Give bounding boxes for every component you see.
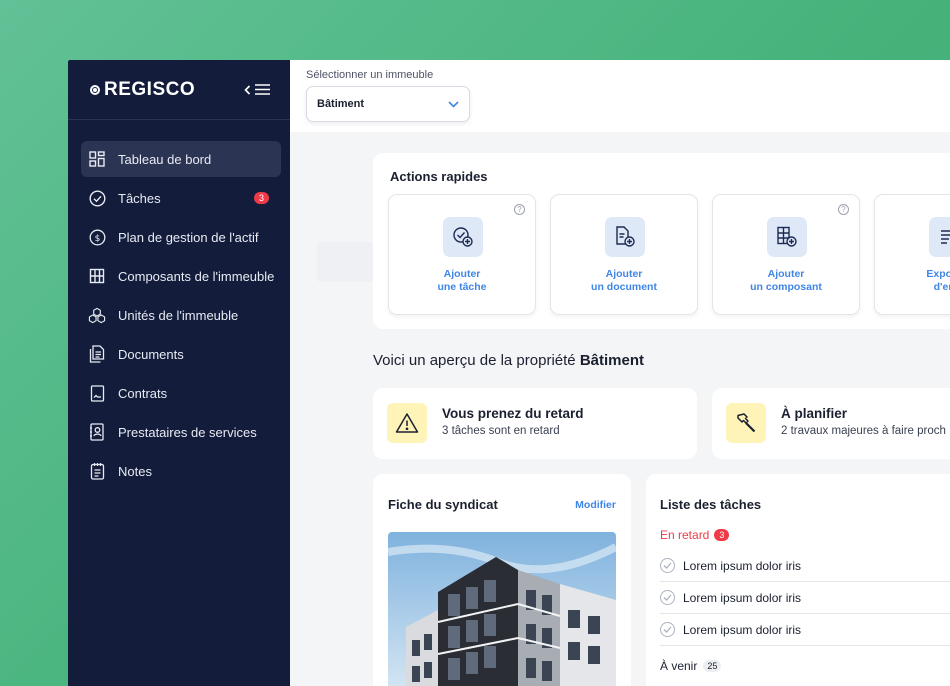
sidebar-item-providers[interactable]: Prestataires de services [81,414,281,450]
background-placeholder [317,242,373,282]
task-row[interactable]: Lorem ipsum dolor iris [660,550,950,582]
check-circle-icon [88,189,106,207]
sidebar-collapse-button[interactable] [244,84,270,95]
task-list-card: Liste des tâches En retard 3 Lorem ipsum… [646,474,950,686]
export-icon [929,217,950,257]
cubes-icon [88,306,106,324]
check-icon [663,562,672,569]
dashboard-icon [88,150,106,168]
building-select-label: Sélectionner un immeuble [306,69,434,81]
task-title: Lorem ipsum dolor iris [683,558,802,573]
task-checkbox[interactable] [660,590,675,605]
sidebar-item-asset-plan[interactable]: $ Plan de gestion de l'actif [81,219,281,255]
export-button[interactable]: Exporter d'entr [874,194,950,315]
alert-title: À planifier [781,406,848,421]
task-checkbox[interactable] [660,622,675,637]
task-list-title: Liste des tâches [660,497,762,512]
documents-icon [88,345,106,363]
sidebar-item-documents[interactable]: Documents [81,336,281,372]
help-icon[interactable]: ? [838,204,849,215]
sidebar-item-notes[interactable]: Notes [81,453,281,489]
task-row[interactable]: Lorem ipsum dolor iris [660,582,950,614]
sidebar-item-components[interactable]: Composants de l'immeuble [81,258,281,294]
add-task-label: Ajouter une tâche [437,268,487,293]
upcoming-tasks-header: À venir 25 [660,659,722,673]
syndicate-card: Fiche du syndicat Modifier [373,474,631,686]
app-window: REGISCO Tableau de bord Tâches 3 $ Plan … [68,60,950,686]
upcoming-count-badge: 25 [703,660,722,672]
menu-icon [255,84,270,95]
chevron-down-icon [448,100,459,108]
quick-actions-title: Actions rapides [390,169,488,184]
building-select-value: Bâtiment [317,98,365,110]
tasks-count-badge: 3 [254,192,269,204]
property-overview-intro: Voici un aperçu de la propriété Bâtiment [373,352,644,369]
alert-subtitle: 2 travaux majeures à faire proch [781,425,946,437]
sidebar-item-dashboard[interactable]: Tableau de bord [81,141,281,177]
planning-alert[interactable]: À planifier 2 travaux majeures à faire p… [712,388,950,459]
topbar: Sélectionner un immeuble Bâtiment [290,60,950,132]
sidebar-item-label: Plan de gestion de l'actif [118,229,259,245]
sidebar-item-tasks[interactable]: Tâches 3 [81,180,281,216]
contacts-book-icon [88,423,106,441]
sidebar-item-label: Prestataires de services [118,424,257,440]
quick-actions-card: Actions rapides ? Ajouter une tâche Ajou… [373,153,950,329]
sidebar: REGISCO Tableau de bord Tâches 3 $ Plan … [68,60,290,686]
sidebar-nav: Tableau de bord Tâches 3 $ Plan de gesti… [68,120,290,489]
task-title: Lorem ipsum dolor iris [683,622,802,637]
logo-mark-icon [90,84,100,95]
notes-icon [88,462,106,480]
property-name: Bâtiment [579,352,644,369]
sidebar-item-label: Contrats [118,385,168,401]
task-checkbox[interactable] [660,558,675,573]
sidebar-item-label: Documents [118,346,184,362]
check-icon [663,626,672,633]
main-content: Actions rapides ? Ajouter une tâche Ajou… [290,132,950,686]
building-grid-icon [88,267,106,285]
late-tasks-header: En retard 3 [660,528,730,542]
edit-syndicate-link[interactable]: Modifier [575,499,616,511]
add-document-label: Ajouter un document [591,268,657,293]
sidebar-item-contracts[interactable]: Contrats [81,375,281,411]
sidebar-item-units[interactable]: Unités de l'immeuble [81,297,281,333]
alert-title: Vous prenez du retard [442,406,584,421]
warning-icon [387,403,427,443]
task-row[interactable]: Lorem ipsum dolor iris [660,614,950,646]
sidebar-item-label: Unités de l'immeuble [118,307,239,323]
late-tasks-alert[interactable]: Vous prenez du retard 3 tâches sont en r… [373,388,697,459]
chevron-left-icon [244,84,251,95]
logo: REGISCO [90,79,195,101]
sidebar-item-label: Tâches [118,190,161,206]
add-task-button[interactable]: ? Ajouter une tâche [388,194,536,315]
syndicate-title: Fiche du syndicat [388,497,498,512]
help-icon[interactable]: ? [514,204,525,215]
task-title: Lorem ipsum dolor iris [683,590,802,605]
sidebar-item-label: Notes [118,463,152,479]
add-component-button[interactable]: ? Ajouter un composant [712,194,860,315]
building-select[interactable]: Bâtiment [306,86,470,122]
add-document-icon [605,217,645,257]
sidebar-item-label: Composants de l'immeuble [118,268,275,284]
add-component-icon [767,217,807,257]
sidebar-header: REGISCO [68,60,290,120]
check-icon [663,594,672,601]
alert-subtitle: 3 tâches sont en retard [442,425,560,437]
contract-icon [88,384,106,402]
svg-text:$: $ [94,234,100,244]
dollar-circle-icon: $ [88,228,106,246]
add-component-label: Ajouter un composant [750,268,822,293]
hammer-icon [726,403,766,443]
late-count-badge: 3 [714,529,730,541]
sidebar-item-label: Tableau de bord [118,151,212,167]
add-task-icon [443,217,483,257]
add-document-button[interactable]: Ajouter un document [550,194,698,315]
export-label: Exporter d'entr [926,268,950,293]
building-photo [388,532,616,686]
